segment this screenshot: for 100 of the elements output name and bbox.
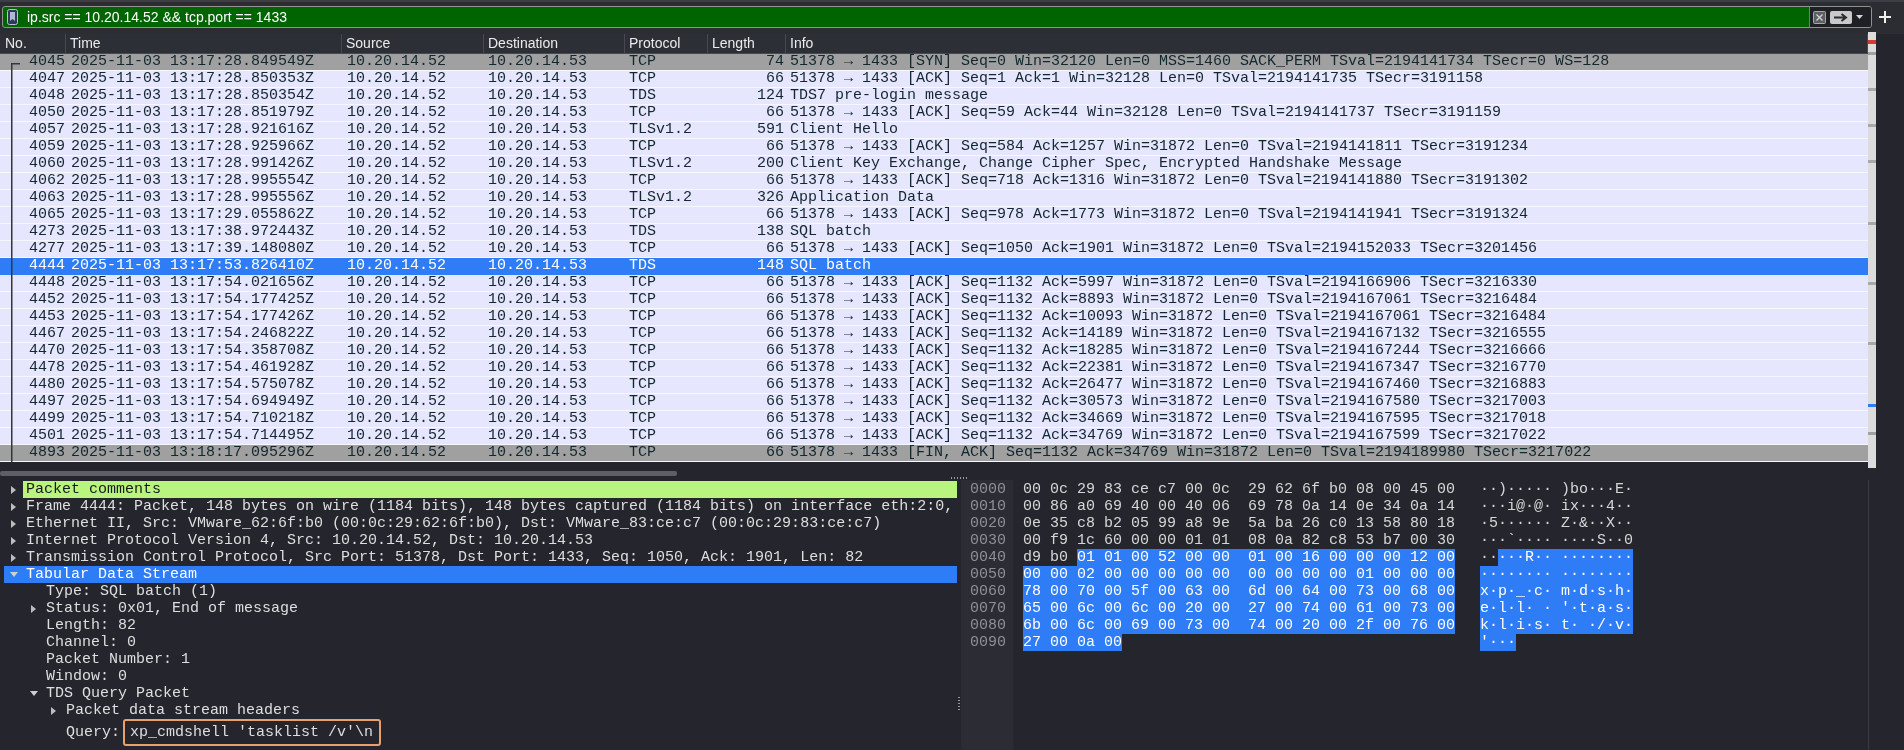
ascii-text[interactable]: ········ ········ [1480,566,1634,583]
tree-item[interactable]: TDS Query Packet [43,685,191,702]
ascii-text[interactable]: ···R·· ········ [1498,549,1634,566]
caret-right-icon[interactable] [51,706,56,715]
hex-bytes[interactable]: 00 0c 29 83 ce c7 00 0c 29 62 6f b0 08 00 45 00 [1023,481,1456,498]
tree-item[interactable]: Status: 0x01, End of message [43,600,299,617]
packet-row[interactable]: 4277 2025-11-03 13:17:39.148080Z 10.20.14.52 10.20.14.53 TCP 66 51378 → 1433 [ACK] Seq=1050 Ack=1901 Win=31872 Len=0 TSval=2194152033 TSecr=3201456 [0,241,1868,258]
packet-row[interactable]: 4045 2025-11-03 13:17:28.849549Z 10.20.14.52 10.20.14.53 TCP 74 51378 → 1433 [SYN] Seq=0 Win=32120 Len=0 MSS=1460 SACK_PERM TSval=2194141734 TSecr=0 WS=128 [0,54,1868,71]
ascii-text[interactable]: ·· [1480,549,1498,566]
packet-row[interactable]: 4452 2025-11-03 13:17:54.177425Z 10.20.14.52 10.20.14.53 TCP 66 51378 → 1433 [ACK] Seq=1132 Ack=8893 Win=31872 Len=0 TSval=2194167061 TSecr=3216484 [0,292,1868,309]
table-cell-text: 10.20.14.52 [346,88,448,104]
tree-item[interactable]: Channel: 0 [43,634,136,651]
column-header[interactable]: Protocol [625,34,708,54]
table-cell-text: 10.20.14.53 [487,377,589,393]
splitter-handle[interactable] [951,477,967,479]
packet-row[interactable]: 4499 2025-11-03 13:17:54.710218Z 10.20.14.52 10.20.14.53 TCP 66 51378 → 1433 [ACK] Seq=1132 Ack=34669 Win=31872 Len=0 TSval=2194167595 TSecr=3217018 [0,411,1868,428]
packet-row[interactable]: 4273 2025-11-03 13:17:38.972443Z 10.20.14.52 10.20.14.53 TDS 138 SQL batch [0,224,1868,241]
tree-item[interactable]: Packet Number: 1 [43,651,191,668]
table-cell-text: 2025-11-03 13:18:17.095296Z [70,445,316,461]
table-cell-text: 10.20.14.53 [487,258,589,274]
tree-item[interactable]: Frame 4444: Packet, 148 bytes on wire (1184 bits), 148 bytes captured (1184 bits) on interface eth:2:0, [23,498,954,515]
hex-bytes[interactable]: 78 00 70 00 5f 00 63 00 6d 00 64 00 73 00 68 00 [1023,583,1456,600]
table-cell-text: 2025-11-03 13:17:28.921616Z [70,122,316,138]
packet-row[interactable]: 4048 2025-11-03 13:17:28.850354Z 10.20.14.52 10.20.14.53 TDS 124 TDS7 pre-login message [0,88,1868,105]
column-header[interactable]: Info [786,34,1868,54]
column-header[interactable]: Source [342,34,484,54]
caret-right-icon[interactable] [31,604,36,613]
packet-row[interactable]: 4047 2025-11-03 13:17:28.850353Z 10.20.14.52 10.20.14.53 TCP 66 51378 → 1433 [ACK] Seq=1 Ack=1 Win=32128 Len=0 TSval=2194141735 TSecr=3191158 [0,71,1868,88]
table-cell-text: 10.20.14.52 [346,428,448,444]
hex-bytes[interactable]: 00 86 a0 69 40 00 40 06 69 78 0a 14 0e 34 0a 14 [1023,498,1456,515]
tree-item[interactable]: Packet comments [23,481,957,498]
caret-down-icon[interactable] [1856,15,1863,19]
arrow-right-icon[interactable] [1830,10,1852,24]
table-cell-text: 10.20.14.53 [487,122,589,138]
ascii-text[interactable]: e·l·l· · '·t·a·s· [1480,600,1634,617]
tree-item[interactable]: Type: SQL batch (1) [43,583,218,600]
scrollbar-thumb[interactable] [0,470,677,476]
column-header[interactable]: No. [0,34,66,54]
packet-row[interactable]: 4063 2025-11-03 13:17:28.995556Z 10.20.14.52 10.20.14.53 TLSv1.2 326 Application Data [0,190,1868,207]
tree-item[interactable]: Length: 82 [43,617,136,634]
packet-row[interactable]: 4893 2025-11-03 13:18:17.095296Z 10.20.14.52 10.20.14.53 TCP 66 51378 → 1433 [FIN, ACK] Seq=1132 Ack=34769 Win=31872 Len=0 TSval=2194189980 TSecr=3217022 [0,445,1868,462]
tree-item[interactable]: Tabular Data Stream [23,566,198,583]
column-header[interactable]: Destination [484,34,625,54]
ascii-text[interactable]: x·p·_·c· m·d·s·h· [1480,583,1634,600]
ascii-text[interactable]: '··· [1480,634,1516,651]
tree-item[interactable]: Ethernet II, Src: VMware_62:6f:b0 (00:0c:29:62:6f:b0), Dst: VMware_83:ce:c7 (00:0c:29:83:ce:c7) [23,515,882,532]
ascii-text[interactable]: ···`···· ····S··0 [1480,532,1634,549]
caret-right-icon[interactable] [11,485,16,494]
packet-row[interactable]: 4062 2025-11-03 13:17:28.995554Z 10.20.14.52 10.20.14.53 TCP 66 51378 → 1433 [ACK] Seq=718 Ack=1316 Win=31872 Len=0 TSval=2194141880 TSecr=3191302 [0,173,1868,190]
packet-row[interactable]: 4497 2025-11-03 13:17:54.694949Z 10.20.14.52 10.20.14.53 TCP 66 51378 → 1433 [ACK] Seq=1132 Ack=30573 Win=31872 Len=0 TSval=2194167580 TSecr=3217003 [0,394,1868,411]
hex-bytes[interactable]: 00 00 02 00 00 00 00 00 00 00 00 00 01 00 00 00 [1023,566,1456,583]
caret-right-icon[interactable] [11,519,16,528]
field-label[interactable]: Query: [63,724,120,741]
caret-right-icon[interactable] [11,553,16,562]
packet-row[interactable]: 4501 2025-11-03 13:17:54.714495Z 10.20.14.52 10.20.14.53 TCP 66 51378 → 1433 [ACK] Seq=1132 Ack=34769 Win=31872 Len=0 TSval=2194167599 TSecr=3217022 [0,428,1868,445]
table-cell-text: 51378 → 1433 [FIN, ACK] Seq=1132 Ack=34769 Win=31872 Len=0 TSval=2194189980 TSecr=3217022 [789,445,1593,461]
ascii-text[interactable]: ···i@·@· ix···4·· [1480,498,1634,515]
packet-row[interactable]: 4448 2025-11-03 13:17:54.021656Z 10.20.14.52 10.20.14.53 TCP 66 51378 → 1433 [ACK] Seq=1132 Ack=5997 Win=31872 Len=0 TSval=2194166906 TSecr=3216330 [0,275,1868,292]
table-cell-text: 10.20.14.53 [487,105,589,121]
bookmark-icon[interactable] [7,9,18,25]
table-cell-text: 10.20.14.52 [346,224,448,240]
table-cell-text: 2025-11-03 13:17:54.177426Z [70,309,316,325]
packet-row[interactable]: 4065 2025-11-03 13:17:29.055862Z 10.20.14.52 10.20.14.53 TCP 66 51378 → 1433 [ACK] Seq=978 Ack=1773 Win=31872 Len=0 TSval=2194141941 TSecr=3191324 [0,207,1868,224]
hex-bytes[interactable]: 01 01 00 52 00 00 01 00 16 00 00 00 12 00 [1077,549,1456,566]
byte-offset: 0070 [970,600,1007,617]
packet-row[interactable]: 4444 2025-11-03 13:17:53.826410Z 10.20.14.52 10.20.14.53 TDS 148 SQL batch [0,258,1868,275]
packet-row[interactable]: 4470 2025-11-03 13:17:54.358708Z 10.20.14.52 10.20.14.53 TCP 66 51378 → 1433 [ACK] Seq=1132 Ack=18285 Win=31872 Len=0 TSval=2194167244 TSecr=3216666 [0,343,1868,360]
caret-right-icon[interactable] [11,536,16,545]
ascii-text[interactable]: ··)····· )bo···E· [1480,481,1634,498]
hex-bytes[interactable]: 0e 35 c8 b2 05 99 a8 9e 5a ba 26 c0 13 58 80 18 [1023,515,1456,532]
tree-item[interactable]: Packet data stream headers [63,702,301,719]
packet-row[interactable]: 4478 2025-11-03 13:17:54.461928Z 10.20.14.52 10.20.14.53 TCP 66 51378 → 1433 [ACK] Seq=1132 Ack=22381 Win=31872 Len=0 TSval=2194167347 TSecr=3216770 [0,360,1868,377]
splitter-handle[interactable] [958,697,960,712]
table-cell-text: 591 [756,122,785,138]
tree-item[interactable]: Transmission Control Protocol, Src Port: 51378, Dst Port: 1433, Seq: 1050, Ack: 1901, Len: 82 [23,549,864,566]
table-cell-text: TCP [628,207,657,223]
packet-row[interactable]: 4057 2025-11-03 13:17:28.921616Z 10.20.14.52 10.20.14.53 TLSv1.2 591 Client Hello [0,122,1868,139]
ascii-text[interactable]: k·l·i·s· t· ·/·v· [1480,617,1634,634]
hex-bytes[interactable]: d9 b0 [1023,549,1068,566]
clear-icon[interactable] [1813,10,1826,24]
tree-item[interactable]: Window: 0 [43,668,127,685]
packet-row[interactable]: 4059 2025-11-03 13:17:28.925966Z 10.20.14.52 10.20.14.53 TCP 66 51378 → 1433 [ACK] Seq=584 Ack=1257 Win=31872 Len=0 TSval=2194141811 TSecr=3191234 [0,139,1868,156]
column-header[interactable]: Length [708,34,786,54]
caret-right-icon[interactable] [11,502,16,511]
ascii-text[interactable]: ·5······ Z·&··X·· [1480,515,1634,532]
packet-row[interactable]: 4467 2025-11-03 13:17:54.246822Z 10.20.14.52 10.20.14.53 TCP 66 51378 → 1433 [ACK] Seq=1132 Ack=14189 Win=31872 Len=0 TSval=2194167132 TSecr=3216555 [0,326,1868,343]
caret-down-icon[interactable] [29,691,38,696]
hex-bytes[interactable]: 00 f9 1c 60 00 00 01 01 08 0a 82 c8 53 b7 00 30 [1023,532,1456,549]
packet-row[interactable]: 4480 2025-11-03 13:17:54.575078Z 10.20.14.52 10.20.14.53 TCP 66 51378 → 1433 [ACK] Seq=1132 Ack=26477 Win=31872 Len=0 TSval=2194167460 TSecr=3216883 [0,377,1868,394]
scrollbar[interactable] [1868,32,1876,468]
table-cell-text: 10.20.14.53 [487,428,589,444]
packet-row[interactable]: 4453 2025-11-03 13:17:54.177426Z 10.20.14.52 10.20.14.53 TCP 66 51378 → 1433 [ACK] Seq=1132 Ack=10093 Win=31872 Len=0 TSval=2194167061 TSecr=3216484 [0,309,1868,326]
column-header[interactable]: Time [66,34,342,54]
packet-row[interactable]: 4050 2025-11-03 13:17:28.851979Z 10.20.14.52 10.20.14.53 TCP 66 51378 → 1433 [ACK] Seq=59 Ack=44 Win=32128 Len=0 TSval=2194141737 TSecr=3191159 [0,105,1868,122]
packet-row[interactable]: 4060 2025-11-03 13:17:28.991426Z 10.20.14.52 10.20.14.53 TLSv1.2 200 Client Key Exchange, Change Cipher Spec, Encrypted Handshake Message [0,156,1868,173]
tree-item[interactable]: Internet Protocol Version 4, Src: 10.20.14.52, Dst: 10.20.14.53 [23,532,594,549]
hex-bytes[interactable]: 65 00 6c 00 6c 00 20 00 27 00 74 00 61 00 73 00 [1023,600,1456,617]
hex-bytes[interactable]: 6b 00 6c 00 69 00 73 00 74 00 20 00 2f 00 76 00 [1023,617,1456,634]
plus-icon[interactable] [1879,11,1891,23]
hex-bytes[interactable]: 27 00 0a 00 [1023,634,1123,651]
